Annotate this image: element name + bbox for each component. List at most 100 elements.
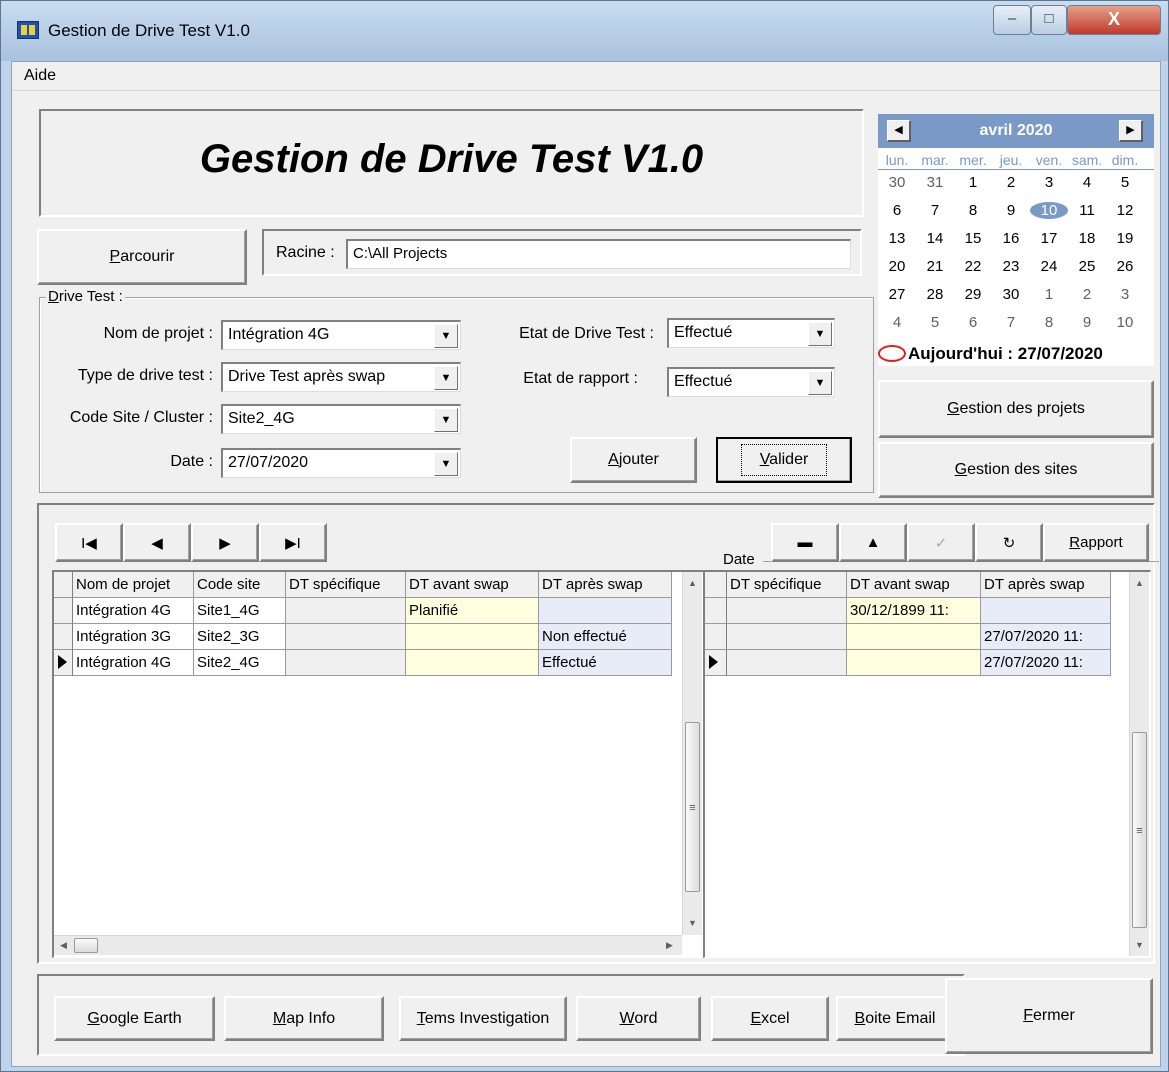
tems-investigation-button[interactable]: Tems Investigation [399,996,567,1041]
calendar-day[interactable]: 8 [954,202,992,219]
calendar-day[interactable]: 4 [878,314,916,331]
calendar-day[interactable]: 5 [1106,174,1144,191]
table-cell[interactable]: Non effectué [539,624,672,650]
table-cell[interactable] [847,650,981,676]
calendar-day[interactable]: 10 [1106,314,1144,331]
row-indicator[interactable] [54,598,73,624]
add-button[interactable]: Ajouter [570,437,697,483]
calendar-day[interactable]: 22 [954,258,992,275]
scroll-thumb[interactable]: ≡ [685,722,700,892]
scroll-down-icon[interactable]: ▼ [1135,940,1144,950]
chevron-down-icon[interactable]: ▼ [808,322,832,346]
root-path-input[interactable]: C:\All Projects [346,239,851,269]
chevron-left-icon[interactable]: ◀ [887,120,911,142]
edit-record-icon[interactable]: ▲ [839,523,907,562]
calendar-day[interactable]: 8 [1030,314,1068,331]
map-info-button[interactable]: Map Info [224,996,384,1041]
calendar-day[interactable]: 4 [1068,174,1106,191]
calendar-day[interactable]: 6 [954,314,992,331]
table-cell[interactable]: 27/07/2020 11: [981,624,1111,650]
column-header[interactable]: DT après swap [981,572,1111,598]
excel-button[interactable]: Excel [711,996,829,1041]
calendar-day[interactable]: 24 [1030,258,1068,275]
column-header[interactable]: Code site [194,572,286,598]
calendar-day[interactable]: 7 [916,202,954,219]
close-app-button[interactable]: Fermer [945,978,1153,1054]
row-indicator[interactable] [54,650,73,676]
table-cell[interactable]: Site2_4G [194,650,286,676]
word-button[interactable]: Word [576,996,701,1041]
close-button[interactable]: X [1067,5,1161,35]
calendar-day[interactable]: 26 [1106,258,1144,275]
previous-record-icon[interactable]: ◀ [123,523,191,562]
scroll-down-icon[interactable]: ▼ [688,918,697,928]
validate-button[interactable]: Valider [716,437,852,483]
calendar-day[interactable]: 9 [1068,314,1106,331]
scroll-right-icon[interactable]: ▶ [666,940,673,951]
calendar-day[interactable]: 6 [878,202,916,219]
next-record-icon[interactable]: ▶ [191,523,259,562]
menu-item-aide[interactable]: Aide [24,67,56,85]
table-cell[interactable]: 30/12/1899 11: [847,598,981,624]
last-record-icon[interactable]: ▶I [259,523,327,562]
table-cell[interactable]: Intégration 3G [73,624,194,650]
refresh-icon[interactable]: ↻ [975,523,1043,562]
calendar-day[interactable]: 1 [1030,286,1068,303]
table-cell[interactable] [406,650,539,676]
table-cell[interactable] [727,650,847,676]
scroll-thumb[interactable] [74,938,98,953]
calendar-day[interactable]: 11 [1068,202,1106,219]
table-cell[interactable] [539,598,672,624]
table-cell[interactable]: Intégration 4G [73,598,194,624]
calendar-day[interactable]: 23 [992,258,1030,275]
calendar-day[interactable]: 3 [1106,286,1144,303]
chevron-down-icon[interactable]: ▼ [434,324,458,348]
row-indicator[interactable] [705,598,727,624]
table-cell[interactable]: Site2_3G [194,624,286,650]
column-header[interactable]: DT spécifique [727,572,847,598]
calendar-day[interactable]: 28 [916,286,954,303]
table-cell[interactable] [286,650,406,676]
calendar-day[interactable]: 5 [916,314,954,331]
chevron-down-icon[interactable]: ▼ [434,452,458,476]
chevron-down-icon[interactable]: ▼ [434,366,458,390]
first-record-icon[interactable]: I◀ [55,523,123,562]
row-indicator[interactable] [705,624,727,650]
left-grid-horizontal-scrollbar[interactable]: ◀ ▶ [54,935,682,955]
calendar-day[interactable]: 7 [992,314,1030,331]
column-header[interactable]: DT spécifique [286,572,406,598]
row-indicator[interactable] [54,624,73,650]
manage-sites-button[interactable]: Gestion des sites [878,442,1154,498]
project-name-select[interactable]: Intégration 4G ▼ [221,320,461,350]
month-calendar[interactable]: ◀ avril 2020 ▶ lun. mar. mer. jeu. ven. … [878,114,1154,366]
calendar-day[interactable]: 16 [992,230,1030,247]
calendar-day[interactable]: 25 [1068,258,1106,275]
report-status-select[interactable]: Effectué ▼ [667,367,835,397]
calendar-day[interactable]: 13 [878,230,916,247]
scroll-up-icon[interactable]: ▲ [688,578,697,588]
calendar-day[interactable]: 3 [1030,174,1068,191]
date-picker[interactable]: 27/07/2020 ▼ [221,448,461,478]
scroll-left-icon[interactable]: ◀ [60,940,67,951]
delete-record-icon[interactable]: ▬ [771,523,839,562]
chevron-right-icon[interactable]: ▶ [1119,120,1143,142]
calendar-day[interactable]: 30 [992,286,1030,303]
drive-test-status-select[interactable]: Effectué ▼ [667,318,835,348]
calendar-day[interactable]: 21 [916,258,954,275]
calendar-day[interactable]: 17 [1030,230,1068,247]
calendar-day[interactable]: 29 [954,286,992,303]
calendar-day[interactable]: 2 [992,174,1030,191]
table-cell[interactable] [727,624,847,650]
calendar-month-label[interactable]: avril 2020 [938,122,1094,140]
right-grid-vertical-scrollbar[interactable]: ▲ ≡ ▼ [1129,572,1149,956]
calendar-day[interactable]: 2 [1068,286,1106,303]
manage-projects-button[interactable]: Gestion des projets [878,380,1154,438]
table-cell[interactable]: Site1_4G [194,598,286,624]
row-indicator[interactable] [705,650,727,676]
site-code-select[interactable]: Site2_4G ▼ [221,404,461,434]
browse-button[interactable]: Parcourir [37,229,247,285]
table-cell[interactable] [727,598,847,624]
calendar-day[interactable]: 14 [916,230,954,247]
calendar-day[interactable]: 12 [1106,202,1144,219]
left-grid-vertical-scrollbar[interactable]: ▲ ≡ ▼ [682,572,702,935]
